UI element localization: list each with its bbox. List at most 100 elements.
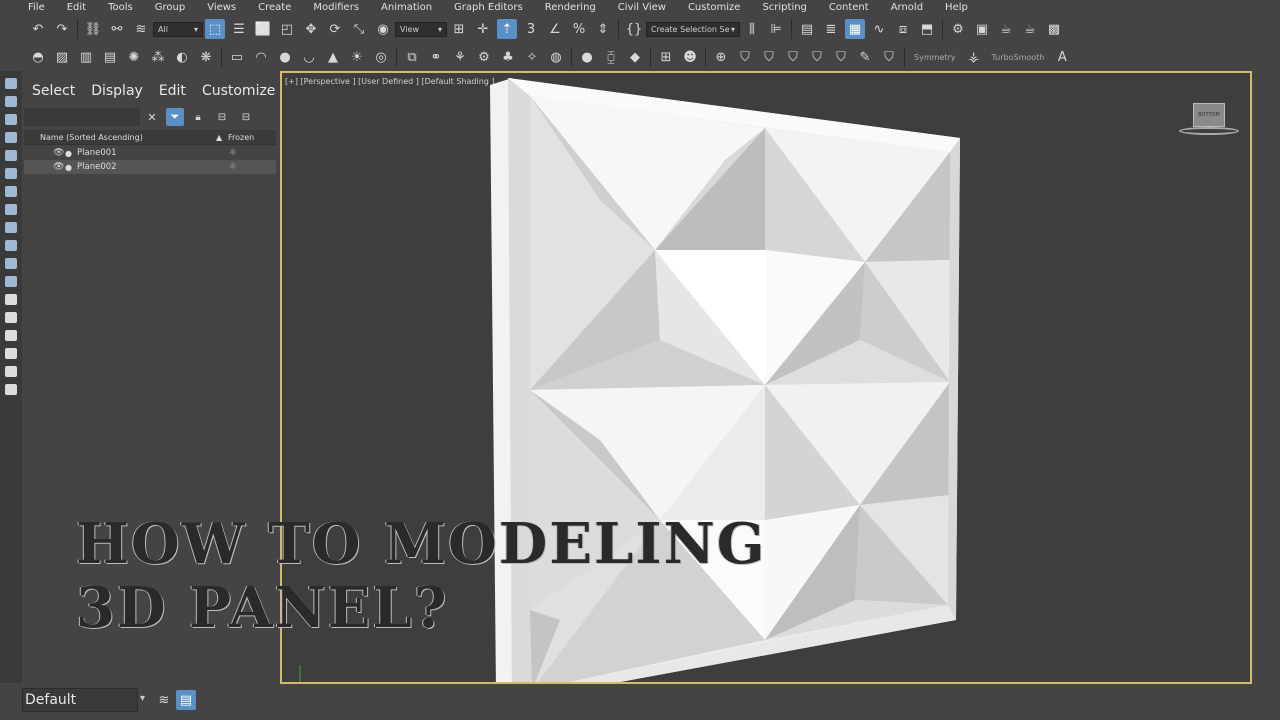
rectangular-selection-icon[interactable]: ⬜: [253, 19, 273, 39]
viewcube[interactable]: BOTTOM: [1179, 101, 1239, 137]
explorer-menu-select[interactable]: Select: [32, 83, 75, 99]
explorer-search-input[interactable]: [24, 108, 140, 126]
reference-coord-dropdown[interactable]: View ▾: [395, 21, 447, 37]
symmetry-button[interactable]: Symmetry: [914, 53, 955, 62]
find-icon[interactable]: [5, 366, 17, 377]
hierarchy-collapse-icon[interactable]: ⊟: [236, 107, 256, 127]
mirror-icon[interactable]: ⫼: [742, 19, 762, 39]
unlink-icon[interactable]: ⚯: [107, 19, 127, 39]
modifier-shape-1-icon[interactable]: ⛉: [735, 47, 755, 67]
explorer-menu-edit[interactable]: Edit: [159, 83, 186, 99]
turbosmooth-button[interactable]: TurboSmooth: [991, 53, 1044, 62]
render-in-cloud-icon[interactable]: ▩: [1044, 19, 1064, 39]
window-crossing-icon[interactable]: ◰: [277, 19, 297, 39]
display-bones-icon[interactable]: [5, 222, 17, 233]
menu-file[interactable]: File: [0, 2, 56, 13]
menu-customize[interactable]: Customize: [677, 2, 752, 13]
snaps-toggle-icon[interactable]: 3: [521, 19, 541, 39]
menu-views[interactable]: Views: [196, 2, 247, 13]
display-frozen-icon[interactable]: [5, 258, 17, 269]
options-icon[interactable]: [5, 384, 17, 395]
menu-tools[interactable]: Tools: [97, 2, 144, 13]
place-icon[interactable]: ◉: [373, 19, 393, 39]
modifier-shape-4-icon[interactable]: ⛉: [807, 47, 827, 67]
modifier-shape-5-icon[interactable]: ⛉: [831, 47, 851, 67]
menu-group[interactable]: Group: [144, 2, 196, 13]
material-sphere-icon[interactable]: ●: [577, 47, 597, 67]
scene-states-icon[interactable]: ▥: [76, 47, 96, 67]
column-name-header[interactable]: Name (Sorted Ascending): [40, 133, 216, 142]
frozen-snowflake-icon[interactable]: ❄: [229, 162, 237, 172]
menu-scripting[interactable]: Scripting: [751, 2, 817, 13]
select-by-name-icon[interactable]: ☰: [229, 19, 249, 39]
bowl-primitive-icon[interactable]: ◡: [299, 47, 319, 67]
display-space-warps-icon[interactable]: [5, 168, 17, 179]
rotate-icon[interactable]: ⟳: [325, 19, 345, 39]
list-item[interactable]: 👁︎ ● Plane001 ❄: [24, 146, 276, 160]
menu-rendering[interactable]: Rendering: [534, 2, 607, 13]
modifier-shape-7-icon[interactable]: ⛉: [879, 47, 899, 67]
menu-civil-view[interactable]: Civil View: [607, 2, 677, 13]
layer-manager-icon[interactable]: ▤: [176, 690, 196, 710]
filter-funnel-icon[interactable]: [5, 348, 17, 359]
texture-sphere-icon[interactable]: ◍: [546, 47, 566, 67]
select-object-icon[interactable]: ⬚: [205, 19, 225, 39]
box-primitive-icon[interactable]: ▭: [227, 47, 247, 67]
layers-icon[interactable]: ≋: [154, 690, 174, 710]
network-icon[interactable]: ⚘: [450, 47, 470, 67]
torus-primitive-icon[interactable]: ◎: [371, 47, 391, 67]
hf-icon[interactable]: ✧: [522, 47, 542, 67]
menu-help[interactable]: Help: [934, 2, 979, 13]
display-lights-icon[interactable]: [5, 114, 17, 125]
display-shapes-icon[interactable]: [5, 96, 17, 107]
menu-content[interactable]: Content: [818, 2, 880, 13]
clear-search-icon[interactable]: ✕: [142, 107, 162, 127]
explorer-menu-display[interactable]: Display: [91, 83, 143, 99]
display-helpers-icon[interactable]: [5, 150, 17, 161]
edit-named-selection-icon[interactable]: {}: [624, 19, 644, 39]
frozen-snowflake-icon[interactable]: ❄: [229, 148, 237, 158]
light-icon[interactable]: ✺: [124, 47, 144, 67]
render-activeshade-icon[interactable]: ☕: [1020, 19, 1040, 39]
menu-create[interactable]: Create: [247, 2, 302, 13]
explorer-menu-customize[interactable]: Customize: [202, 83, 276, 99]
curve-editor-icon[interactable]: ∿: [869, 19, 889, 39]
column-frozen-header[interactable]: Frozen: [228, 133, 254, 142]
plant-icon[interactable]: ♣: [498, 47, 518, 67]
display-groups-icon[interactable]: [5, 186, 17, 197]
angle-snap-icon[interactable]: ∠: [545, 19, 565, 39]
display-cameras-icon[interactable]: [5, 132, 17, 143]
material-browser-icon[interactable]: ⧮: [601, 47, 621, 67]
environment-icon[interactable]: ▨: [52, 47, 72, 67]
layer-dropdown[interactable]: Default: [22, 688, 138, 712]
toggle-scene-explorer-icon[interactable]: ▤: [797, 19, 817, 39]
toggle-ribbon-icon[interactable]: ▦: [845, 19, 865, 39]
redo-icon[interactable]: ↷: [52, 19, 72, 39]
move-icon[interactable]: ✥: [301, 19, 321, 39]
menu-edit[interactable]: Edit: [56, 2, 97, 13]
rendered-frame-window-icon[interactable]: ▣: [972, 19, 992, 39]
render-surface-map-icon[interactable]: ▤: [100, 47, 120, 67]
display-geometry-icon[interactable]: [5, 78, 17, 89]
hierarchy-icon[interactable]: ⊟: [212, 107, 232, 127]
bind-space-warp-icon[interactable]: ≋: [131, 19, 151, 39]
turbosmooth-icon[interactable]: ⚶: [963, 47, 983, 67]
menu-graph-editors[interactable]: Graph Editors: [443, 2, 534, 13]
display-invert-icon[interactable]: [5, 330, 17, 341]
named-selection-dropdown[interactable]: Create Selection Se ▾: [646, 21, 740, 37]
menu-arnold[interactable]: Arnold: [880, 2, 934, 13]
display-containers-icon[interactable]: [5, 240, 17, 251]
grid-object-icon[interactable]: ⧉: [402, 47, 422, 67]
chevron-down-icon[interactable]: ▾: [140, 693, 145, 704]
display-none-icon[interactable]: [5, 312, 17, 323]
visibility-eye-icon[interactable]: 👁︎: [53, 148, 65, 158]
percent-snap-icon[interactable]: %: [569, 19, 589, 39]
keyboard-shortcut-override-icon[interactable]: ⇡: [497, 19, 517, 39]
spray-icon[interactable]: ⁂: [148, 47, 168, 67]
undo-icon[interactable]: ↶: [28, 19, 48, 39]
display-hidden-icon[interactable]: [5, 276, 17, 287]
align-icon[interactable]: ⊫: [766, 19, 786, 39]
schematic-view-icon[interactable]: ⧈: [893, 19, 913, 39]
lock-icon[interactable]: 🔒︎: [188, 107, 208, 127]
sun-light-icon[interactable]: ☀: [347, 47, 367, 67]
